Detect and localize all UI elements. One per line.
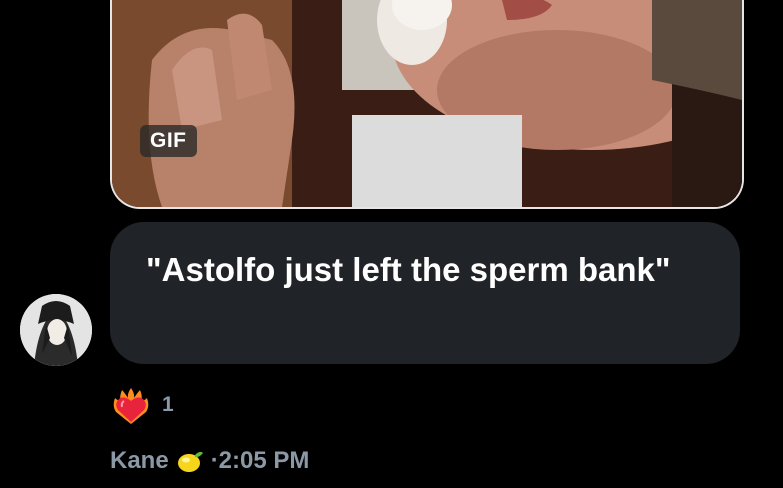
gif-badge: GIF [140, 125, 197, 157]
lemon-icon [177, 451, 203, 472]
reaction-count: 1 [162, 393, 174, 416]
heart-on-fire-icon [113, 388, 149, 424]
avatar-image [20, 294, 92, 366]
reaction[interactable]: 1 [110, 384, 174, 426]
message-bubble[interactable]: "Astolfo just left the sperm bank" [110, 222, 740, 364]
message-time: ·2:05 PM [210, 447, 310, 474]
message-meta: Kane ·2:05 PM [110, 446, 309, 476]
avatar[interactable] [20, 294, 92, 366]
sender-name[interactable]: Kane [110, 447, 169, 475]
gif-image [112, 0, 742, 207]
gif-attachment[interactable]: GIF [110, 0, 744, 209]
message-text: "Astolfo just left the sperm bank" [146, 251, 671, 288]
